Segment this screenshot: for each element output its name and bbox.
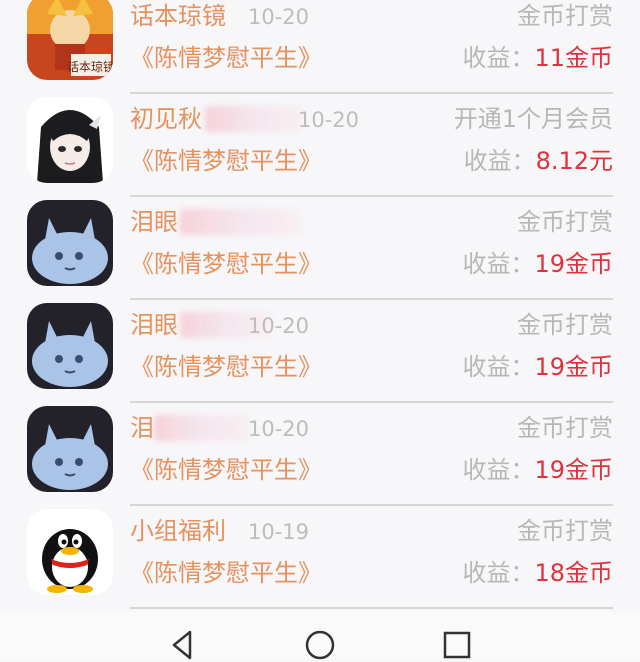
user-name: 话本琼镜	[130, 2, 226, 30]
book-title[interactable]: 《陈情梦慰平生》	[130, 43, 322, 73]
back-button[interactable]	[166, 628, 200, 662]
blue-blob-icon	[27, 406, 113, 492]
income-type: 金币打赏	[517, 208, 613, 236]
item-date: 10-20	[298, 108, 360, 132]
income-value: 11金币	[534, 44, 613, 72]
income-value: 18金币	[534, 559, 613, 587]
income-amount: 收益：19金币	[462, 352, 613, 382]
item-date: 10-20	[248, 417, 310, 441]
back-triangle-icon	[172, 630, 192, 660]
income-label: 收益：	[462, 250, 535, 278]
income-amount: 收益：19金币	[462, 249, 613, 279]
privacy-blur	[205, 106, 303, 132]
list-item[interactable]: 小组福利 10-19 金币打赏 《陈情梦慰平生》 收益：18金币	[0, 506, 640, 609]
list-item[interactable]: 泪眼 金币打赏 《陈情梦慰平生》 收益：19金币	[0, 197, 640, 300]
item-content: 初见秋 10-20 开通1个月会员 《陈情梦慰平生》 收益：8.12元	[130, 94, 613, 197]
item-content: 小组福利 10-19 金币打赏 《陈情梦慰平生》 收益：18金币	[130, 506, 613, 609]
avatar[interactable]	[27, 200, 113, 286]
income-type: 金币打赏	[517, 414, 613, 442]
book-title[interactable]: 《陈情梦慰平生》	[130, 146, 322, 176]
income-value: 8.12元	[535, 147, 613, 175]
list-item[interactable]: 初见秋 10-20 开通1个月会员 《陈情梦慰平生》 收益：8.12元	[0, 94, 640, 197]
privacy-blur	[154, 415, 250, 441]
home-circle-icon	[305, 630, 335, 660]
income-value: 19金币	[534, 353, 613, 381]
avatar[interactable]: 话本琼镜	[27, 0, 113, 80]
income-type: 金币打赏	[517, 2, 613, 30]
avatar[interactable]	[27, 303, 113, 389]
list-item[interactable]: 泪 10-20 金币打赏 《陈情梦慰平生》 收益：19金币	[0, 403, 640, 506]
home-button[interactable]	[303, 628, 337, 662]
income-list: 话本琼镜 话本琼镜 10-20 金币打赏 《陈情梦慰平生》 收益：11金币 初见…	[0, 0, 640, 609]
book-title[interactable]: 《陈情梦慰平生》	[130, 558, 322, 588]
user-name: 泪眼	[130, 208, 178, 236]
avatar[interactable]	[27, 509, 113, 595]
income-label: 收益：	[462, 456, 535, 484]
cover-lettering: 话本琼镜	[67, 59, 113, 74]
item-content: 泪 10-20 金币打赏 《陈情梦慰平生》 收益：19金币	[130, 403, 613, 506]
user-name: 泪眼	[130, 311, 178, 339]
item-content: 话本琼镜 10-20 金币打赏 《陈情梦慰平生》 收益：11金币	[130, 0, 613, 94]
anime-boy-icon	[27, 97, 113, 183]
user-name: 泪	[130, 414, 154, 442]
income-amount: 收益：19金币	[462, 455, 613, 485]
recents-square-icon	[443, 631, 471, 659]
income-label: 收益：	[462, 44, 535, 72]
book-title[interactable]: 《陈情梦慰平生》	[130, 249, 322, 279]
item-date: 10-20	[248, 314, 310, 338]
qq-penguin-icon	[27, 509, 113, 595]
avatar[interactable]	[27, 97, 113, 183]
income-type: 金币打赏	[517, 517, 613, 545]
income-value: 19金币	[534, 456, 613, 484]
income-value: 19金币	[534, 250, 613, 278]
system-navbar	[0, 612, 640, 660]
income-type: 开通1个月会员	[453, 105, 613, 133]
item-date: 10-19	[248, 520, 310, 544]
income-amount: 收益：18金币	[462, 558, 613, 588]
avatar[interactable]	[27, 406, 113, 492]
fox-novel-cover-icon: 话本琼镜	[27, 0, 113, 80]
privacy-blur	[180, 209, 300, 235]
item-content: 泪眼 金币打赏 《陈情梦慰平生》 收益：19金币	[130, 197, 613, 300]
income-label: 收益：	[462, 353, 535, 381]
income-amount: 收益：8.12元	[464, 146, 613, 176]
user-name: 小组福利	[130, 517, 226, 545]
book-title[interactable]: 《陈情梦慰平生》	[130, 352, 322, 382]
blue-blob-icon	[27, 200, 113, 286]
item-date: 10-20	[248, 5, 310, 29]
income-amount: 收益：11金币	[462, 43, 613, 73]
blue-blob-icon	[27, 303, 113, 389]
income-label: 收益：	[463, 147, 536, 175]
list-item[interactable]: 话本琼镜 话本琼镜 10-20 金币打赏 《陈情梦慰平生》 收益：11金币	[0, 0, 640, 94]
income-label: 收益：	[462, 559, 535, 587]
user-name: 初见秋	[130, 105, 202, 133]
income-type: 金币打赏	[517, 311, 613, 339]
list-item[interactable]: 泪眼 10-20 金币打赏 《陈情梦慰平生》 收益：19金币	[0, 300, 640, 403]
recents-button[interactable]	[440, 628, 474, 662]
item-content: 泪眼 10-20 金币打赏 《陈情梦慰平生》 收益：19金币	[130, 300, 613, 403]
book-title[interactable]: 《陈情梦慰平生》	[130, 455, 322, 485]
